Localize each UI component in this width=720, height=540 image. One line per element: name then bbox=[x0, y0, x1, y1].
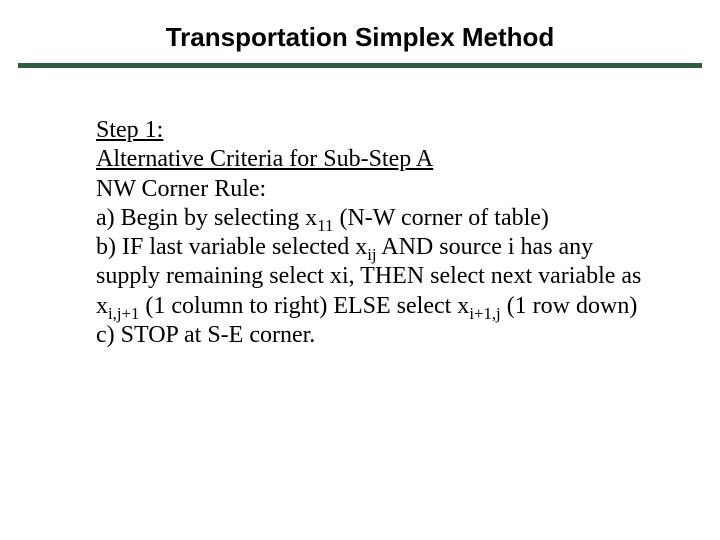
item-c: c) STOP at S-E corner. bbox=[96, 321, 650, 350]
nw-rule-line: NW Corner Rule: bbox=[96, 175, 650, 204]
step-label: Step 1: bbox=[96, 117, 163, 143]
item-a: a) Begin by selecting x11 (N-W corner of… bbox=[96, 204, 650, 233]
item-a-suffix: (N-W corner of table) bbox=[333, 205, 548, 231]
item-a-sub: 11 bbox=[317, 216, 333, 235]
item-b-sub2: i,j+1 bbox=[108, 303, 139, 322]
slide-title: Transportation Simplex Method bbox=[0, 0, 720, 63]
item-b-sub3: i+1,j bbox=[469, 303, 500, 322]
slide-body: Step 1: Alternative Criteria for Sub-Ste… bbox=[96, 116, 650, 350]
item-b: b) IF last variable selected xij AND sou… bbox=[96, 233, 650, 321]
alt-criteria-heading: Alternative Criteria for Sub-Step A bbox=[96, 145, 650, 174]
slide: Transportation Simplex Method Step 1: Al… bbox=[0, 0, 720, 540]
item-a-prefix: a) Begin by selecting x bbox=[96, 205, 317, 231]
item-b-prefix: b) IF last variable selected x bbox=[96, 234, 367, 260]
item-b-sub1: ij bbox=[367, 245, 376, 264]
item-b-suffix: (1 row down) bbox=[501, 293, 638, 319]
alt-criteria-text: Alternative Criteria for Sub-Step A bbox=[96, 146, 433, 172]
title-underline bbox=[18, 63, 702, 68]
item-b-mid2: (1 column to right) ELSE select x bbox=[139, 293, 469, 319]
step-heading: Step 1: bbox=[96, 116, 650, 145]
